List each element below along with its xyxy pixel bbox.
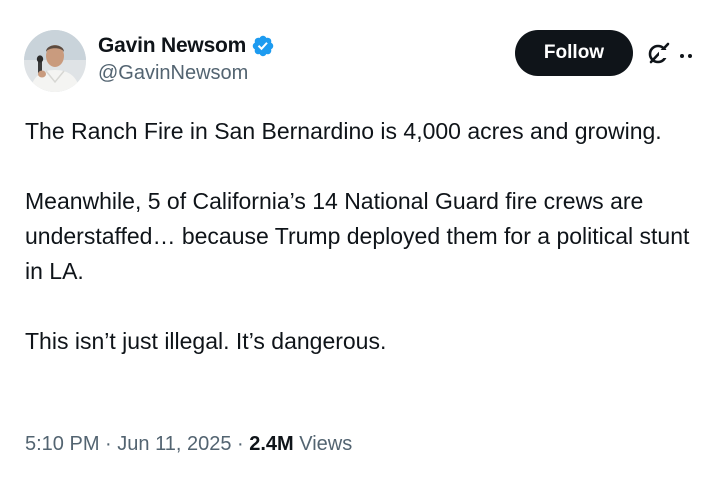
follow-button[interactable]: Follow — [515, 30, 633, 76]
tweet-paragraph: Meanwhile, 5 of California’s 14 National… — [25, 188, 690, 284]
views-count: 2.4M — [249, 433, 294, 455]
tweet-card: Gavin Newsom @GavinNewsom Follow The Ran… — [0, 0, 705, 478]
tweet-paragraph: This isn’t just illegal. It’s dangerous. — [25, 328, 387, 354]
author-block: Gavin Newsom @GavinNewsom — [98, 33, 275, 85]
author-handle[interactable]: @GavinNewsom — [98, 62, 275, 85]
verified-badge-icon[interactable] — [251, 34, 275, 58]
meta-separator: · — [99, 433, 118, 455]
tweet-paragraph: The Ranch Fire in San Bernardino is 4,00… — [25, 118, 662, 144]
tweet-text: The Ranch Fire in San Bernardino is 4,00… — [25, 114, 695, 359]
grok-icon[interactable] — [646, 40, 672, 66]
avatar[interactable] — [24, 30, 86, 92]
author-name-row: Gavin Newsom — [98, 33, 275, 59]
more-options-icon[interactable] — [678, 48, 698, 58]
tweet-date[interactable]: Jun 11, 2025 — [117, 433, 231, 455]
avatar-photo-icon — [24, 30, 86, 92]
author-display-name[interactable]: Gavin Newsom — [98, 34, 246, 58]
tweet-meta: 5:10 PM · Jun 11, 2025 · 2.4M Views — [25, 433, 352, 456]
meta-separator: · — [231, 433, 250, 455]
tweet-time[interactable]: 5:10 PM — [25, 433, 99, 455]
views-label: Views — [299, 433, 353, 455]
